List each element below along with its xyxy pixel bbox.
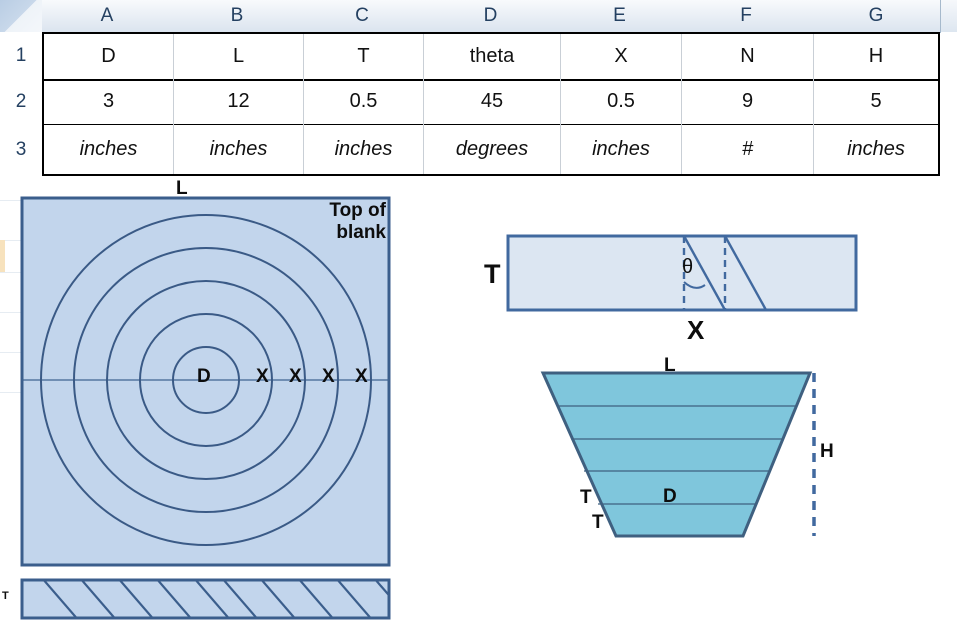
column-header-b-label: B <box>230 5 244 26</box>
section-view-svg <box>540 371 816 538</box>
top-view-step-label-3: X <box>322 366 335 387</box>
column-header-e-label: E <box>613 5 626 26</box>
spreadsheet-area: A B C D E F G 1 2 3 D L T theta X N H 3 … <box>0 0 957 176</box>
angle-block-thickness-label: T <box>484 259 501 289</box>
theta-label: θ <box>682 256 694 278</box>
cell-d2[interactable]: 45 <box>424 79 561 124</box>
section-view-length-label: L <box>664 355 676 376</box>
table-row[interactable]: inches inches inches degrees inches # in… <box>44 124 938 174</box>
cell-c3[interactable]: inches <box>304 124 424 174</box>
column-header-c[interactable]: C <box>302 0 423 33</box>
top-view-length-label: L <box>176 178 188 199</box>
cell-c2-value: 0.5 <box>349 90 378 112</box>
section-view-diagram <box>535 365 835 550</box>
cell-c2[interactable]: 0.5 <box>304 79 424 124</box>
cell-a3[interactable]: inches <box>44 124 174 174</box>
angle-block-step-label: X <box>687 315 705 345</box>
column-header-g[interactable]: G <box>812 0 941 33</box>
row-header-1[interactable]: 1 <box>0 32 42 79</box>
column-header-a[interactable]: A <box>42 0 173 33</box>
column-header-e[interactable]: E <box>559 0 681 33</box>
ghost-gridline <box>0 272 22 273</box>
column-header-d-label: D <box>483 5 498 26</box>
cell-f1[interactable]: N <box>682 34 814 79</box>
section-view-thickness-label-2: T <box>592 512 604 533</box>
cell-a2[interactable]: 3 <box>44 79 174 124</box>
cell-d1[interactable]: theta <box>424 34 561 79</box>
cell-g2-value: 5 <box>870 90 882 112</box>
top-view-step-label-4: X <box>355 366 368 387</box>
top-view-step-label-1: X <box>256 366 269 387</box>
cell-e1[interactable]: X <box>561 34 682 79</box>
column-header-b[interactable]: B <box>172 0 303 33</box>
ghost-gridline <box>0 352 22 353</box>
column-header-c-label: C <box>355 5 369 26</box>
caption-line-1: Top of <box>329 200 386 221</box>
cell-b2-value: 12 <box>227 90 250 112</box>
cell-d3[interactable]: degrees <box>424 124 561 174</box>
side-bar-svg <box>20 578 391 620</box>
cell-f3-value: # <box>741 137 754 160</box>
ghost-gridline <box>0 392 22 393</box>
cell-b3-value: inches <box>209 137 268 160</box>
cell-a3-value: inches <box>79 137 138 160</box>
cell-d1-value: theta <box>469 45 515 67</box>
section-view-thickness-label-1: T <box>580 487 592 508</box>
row-header-2[interactable]: 2 <box>0 79 42 124</box>
section-view-diameter-label: D <box>663 486 677 507</box>
top-view-diameter-label: D <box>197 366 211 387</box>
cell-g3[interactable]: inches <box>814 124 938 174</box>
cell-d2-value: 45 <box>480 90 504 112</box>
column-header-d[interactable]: D <box>422 0 560 33</box>
cell-b3[interactable]: inches <box>174 124 304 174</box>
ghost-gridline <box>0 200 22 201</box>
column-header-f[interactable]: F <box>680 0 813 33</box>
select-all-corner[interactable] <box>0 0 43 33</box>
cell-f1-value: N <box>740 45 755 67</box>
spreadsheet-grid: D L T theta X N H 3 12 0.5 45 0.5 9 5 in… <box>42 32 940 176</box>
ghost-row-marker <box>0 240 5 272</box>
cell-d3-value: degrees <box>455 137 529 160</box>
cell-e3-value: inches <box>592 137 650 160</box>
cell-b1-value: L <box>232 45 245 67</box>
table-row[interactable]: D L T theta X N H <box>44 34 938 81</box>
cell-a2-value: 3 <box>102 90 115 112</box>
caption-line-2: blank <box>336 221 386 243</box>
side-bar-body <box>20 578 391 620</box>
cell-c1[interactable]: T <box>304 34 424 79</box>
cell-b2[interactable]: 12 <box>174 79 304 124</box>
cell-e1-value: X <box>614 45 628 67</box>
ghost-gridline <box>0 312 22 313</box>
column-header-f-label: F <box>740 5 752 26</box>
cell-a1-value: D <box>101 45 116 67</box>
cell-c3-value: inches <box>334 137 393 160</box>
cell-b1[interactable]: L <box>174 34 304 79</box>
row-header-3-label: 3 <box>15 139 27 160</box>
table-row[interactable]: 3 12 0.5 45 0.5 9 5 <box>44 79 938 125</box>
column-header-g-label: G <box>868 5 884 26</box>
cell-e3[interactable]: inches <box>561 124 682 174</box>
side-bar-diagram <box>20 578 392 622</box>
row-header-2-label: 2 <box>15 90 27 112</box>
screenshot-root: A B C D E F G 1 2 3 D L T theta X N H 3 … <box>0 0 957 624</box>
trapezoid-body <box>540 371 813 538</box>
cell-g3-value: inches <box>847 137 905 160</box>
cell-c1-value: T <box>357 45 370 67</box>
cell-a1[interactable]: D <box>44 34 174 79</box>
cell-f2[interactable]: 9 <box>682 79 814 124</box>
column-header-a-label: A <box>100 5 114 26</box>
cell-f2-value: 9 <box>741 90 754 112</box>
cell-e2[interactable]: 0.5 <box>561 79 682 124</box>
section-view-height-label: H <box>820 441 834 462</box>
cell-g1-value: H <box>868 45 884 67</box>
top-of-blank-caption: Top of blank <box>306 200 386 244</box>
row-header-3[interactable]: 3 <box>0 124 42 176</box>
top-view-step-label-2: X <box>289 366 302 387</box>
cell-g1[interactable]: H <box>814 34 938 79</box>
row-header-1-label: 1 <box>15 44 27 66</box>
side-bar-thickness-label: T <box>2 590 9 602</box>
cell-g2[interactable]: 5 <box>814 79 938 124</box>
cell-e2-value: 0.5 <box>607 90 635 112</box>
cell-f3[interactable]: # <box>682 124 814 174</box>
